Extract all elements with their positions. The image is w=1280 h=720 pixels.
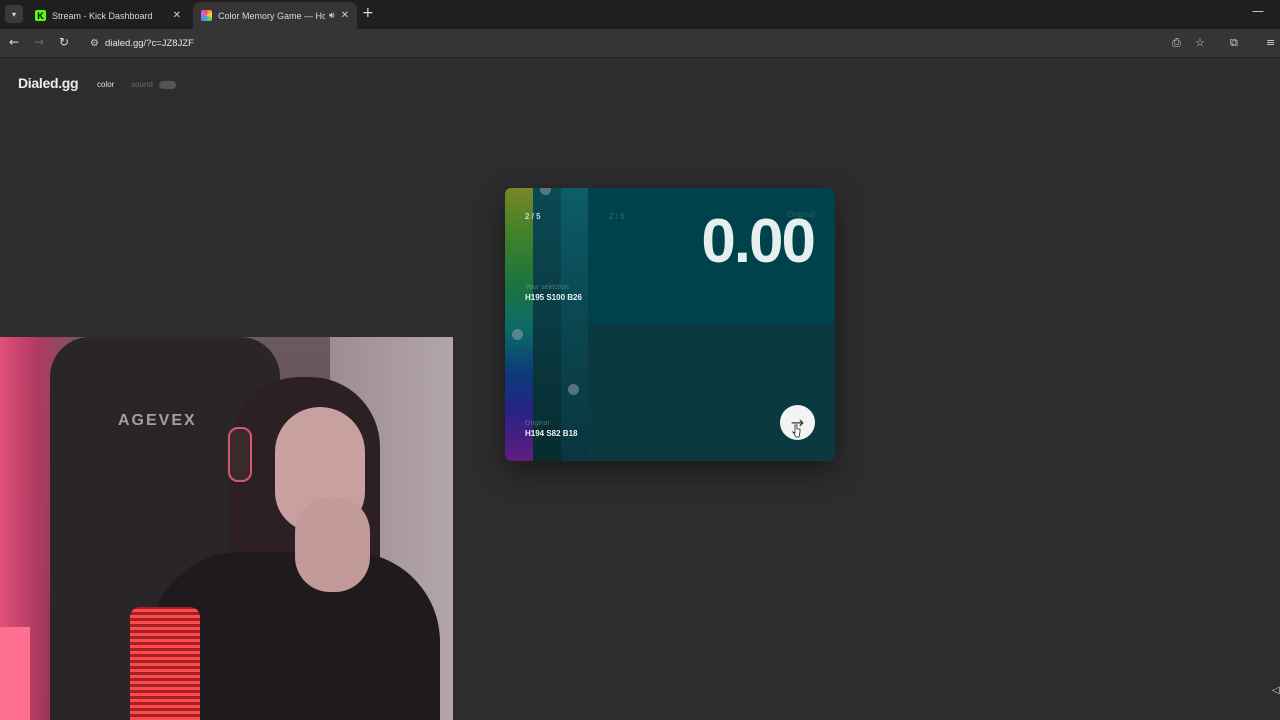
color-wheel-icon: [201, 10, 212, 21]
side-panel-icon[interactable]: ◁: [1272, 685, 1280, 696]
tab-color-memory-game[interactable]: Color Memory Game — Ho 🔊︎ ✕: [193, 2, 357, 29]
browser-tab-strip: ▾ K Stream - Kick Dashboard ✕ Color Memo…: [0, 0, 1280, 29]
webcam-overlay: AGEVEX: [0, 337, 453, 720]
game-card: 2 / 5 2 / 5 Original 0.00 Your selection…: [505, 188, 835, 461]
webcam-streamer-hand: [295, 497, 370, 592]
minimize-icon[interactable]: —: [1252, 4, 1264, 18]
score-value: 0.00: [701, 207, 816, 276]
forward-icon[interactable]: →: [34, 35, 44, 49]
extensions-icon[interactable]: ⧉: [1230, 36, 1238, 50]
browser-toolbar: ← → ↻ ⚙ dialed.gg/?c=JZ8JZF ⎙ ☆ ⧉ ≡: [0, 29, 1280, 58]
hue-slider-handle[interactable]: [512, 329, 523, 340]
tab-search-button[interactable]: ▾: [5, 5, 23, 23]
close-icon[interactable]: ✕: [173, 10, 181, 21]
sound-toggle[interactable]: [159, 81, 176, 89]
chair-brand-logo: AGEVEX: [118, 412, 197, 429]
webcam-lamp: [0, 627, 30, 720]
mouse-pointer-icon: [792, 424, 801, 438]
kick-icon: K: [35, 10, 46, 21]
url-text[interactable]: dialed.gg/?c=JZ8JZF: [105, 38, 194, 49]
microphone-icon: [130, 607, 200, 720]
headset-icon: [228, 427, 252, 482]
speaker-icon[interactable]: 🔊︎: [329, 11, 335, 21]
original-value: H194 S82 B18: [525, 429, 578, 438]
round-counter: 2 / 5: [525, 212, 541, 221]
install-app-icon[interactable]: ⎙: [1172, 36, 1181, 50]
address-bar[interactable]: ⚙ dialed.gg/?c=JZ8JZF: [84, 33, 1224, 54]
tab-title: Stream - Kick Dashboard: [52, 10, 153, 21]
site-settings-icon[interactable]: ⚙: [90, 38, 99, 49]
original-label: Original: [525, 420, 550, 427]
your-selection-label: Your selection: [525, 284, 569, 291]
bookmark-star-icon[interactable]: ☆: [1195, 36, 1205, 49]
site-logo[interactable]: Dialed.gg: [18, 75, 79, 91]
round-counter-faded: 2 / 5: [609, 212, 625, 221]
tab-title: Color Memory Game — Ho: [218, 10, 325, 21]
tab-kick-dashboard[interactable]: K Stream - Kick Dashboard ✕: [27, 2, 189, 29]
close-icon[interactable]: ✕: [341, 10, 349, 21]
reload-icon[interactable]: ↻: [59, 35, 69, 49]
your-selection-value: H195 S100 B26: [525, 293, 582, 302]
mode-sound-button[interactable]: sound: [131, 80, 153, 89]
back-icon[interactable]: ←: [9, 35, 19, 49]
new-tab-button[interactable]: +: [362, 5, 374, 21]
mode-color-button[interactable]: color: [97, 80, 114, 89]
menu-icon[interactable]: ≡: [1266, 36, 1275, 49]
brightness-slider[interactable]: [561, 188, 588, 461]
brightness-slider-handle[interactable]: [568, 384, 579, 395]
